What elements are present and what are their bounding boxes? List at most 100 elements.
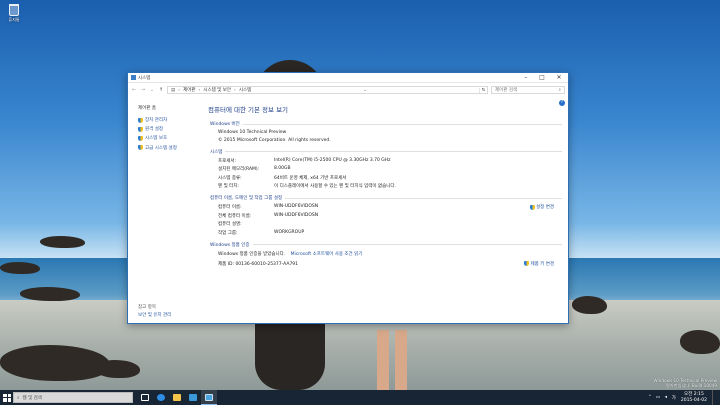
info-row: 컴퓨터 이름: WIN-UDDF6VIDOSN [218, 204, 319, 210]
system-icon [131, 75, 136, 80]
leg [395, 330, 407, 390]
recycle-bin-label: 휴지통 [8, 17, 20, 22]
taskbar: ⌕ 웹 및 검색 ⌃ ▭ ◂ 가 오전 2:15 2015-04-02 [0, 390, 720, 405]
internet-explorer-icon [157, 394, 165, 401]
task-view-icon [141, 394, 149, 401]
leg [377, 330, 389, 390]
window-titlebar[interactable]: 시스템 – □ ✕ [128, 73, 568, 83]
maximize-button[interactable]: □ [534, 73, 550, 83]
build-watermark: Windows 10 Technical Preview 평가판입니다. Bui… [653, 378, 717, 388]
see-also-heading: 참고 항목 [138, 305, 156, 310]
taskbar-search-input[interactable]: ⌕ 웹 및 검색 [13, 392, 133, 403]
sidebar-item-advanced-settings[interactable]: 고급 시스템 설정 [138, 145, 204, 151]
divider [225, 151, 562, 152]
system-window: 시스템 – □ ✕ ← → ⌄ ↑ ▤ › 제어판 › 시스템 및 보안 › 시… [127, 72, 569, 324]
main-panel: ? 컴퓨터에 대한 기본 정보 보기 Windows 버전 Windows 10… [204, 98, 568, 323]
shield-icon [138, 117, 143, 123]
license-terms-link[interactable]: Microsoft 소프트웨어 사용 조건 읽기 [291, 252, 363, 257]
activation-status: Windows 정품 인증을 받았습니다. Microsoft 소프트웨어 사용… [218, 251, 363, 257]
back-arrow-icon[interactable]: ← [131, 87, 137, 93]
network-icon[interactable]: ▭ [654, 395, 662, 400]
help-icon[interactable]: ? [559, 100, 565, 106]
task-view-button[interactable] [137, 390, 153, 405]
info-row: 설치된 메모리(RAM): 8.00GB [218, 166, 291, 172]
sidebar-home-link[interactable]: 제어판 홈 [138, 105, 204, 111]
store-icon [189, 394, 197, 401]
info-row: 시스템 종류: 64비트 운영 체제, x64 기반 프로세서 [218, 175, 347, 181]
page-title: 컴퓨터에 대한 기본 정보 보기 [208, 106, 289, 114]
edition-name: Windows 10 Technical Preview [218, 130, 287, 135]
breadcrumb-item[interactable]: 제어판 [183, 87, 195, 93]
info-row: 전체 컴퓨터 이름: WIN-UDDF6VIDOSN [218, 212, 319, 219]
taskbar-store[interactable] [185, 390, 201, 405]
background-rock [572, 296, 607, 314]
recent-chevron-icon[interactable]: ⌄ [149, 87, 155, 93]
divider [252, 244, 562, 245]
computer-name-section: 컴퓨터 이름, 도메인 및 작업 그룹 설정 설정 변경 컴퓨터 이름: WIN-… [210, 195, 562, 236]
system-section: 시스템 프로세서: Intel(R) Core(TM) i5-2500 CPU @… [210, 149, 562, 189]
breadcrumb-item[interactable]: 시스템 [239, 87, 251, 93]
copyright-text: © 2015 Microsoft Corporation. All rights… [218, 137, 331, 143]
start-button[interactable] [3, 393, 11, 402]
section-heading: 시스템 [210, 149, 223, 155]
taskbar-ie[interactable] [153, 390, 169, 405]
sidebar: 제어판 홈 장치 관리자 원격 설정 시스템 보호 고급 시스템 설정 참고 항… [128, 98, 204, 323]
shield-icon [138, 126, 143, 132]
security-maintenance-link[interactable]: 보안 및 유지 관리 [138, 312, 171, 318]
address-bar-row: ← → ⌄ ↑ ▤ › 제어판 › 시스템 및 보안 › 시스템 ⌄ ↻ 제어판… [128, 83, 568, 97]
address-bar[interactable]: ▤ › 제어판 › 시스템 및 보안 › 시스템 ⌄ ↻ [167, 86, 488, 94]
shield-icon [523, 261, 529, 266]
section-heading: Windows 정품 인증 [210, 242, 250, 248]
background-rock [95, 360, 140, 378]
show-desktop-button[interactable] [712, 390, 720, 405]
up-arrow-icon[interactable]: ↑ [158, 87, 164, 93]
chevron-up-icon[interactable]: ⌃ [646, 395, 654, 400]
change-settings-button[interactable]: 설정 변경 [529, 204, 554, 210]
system-tray: ⌃ ▭ ◂ 가 오전 2:15 2015-04-02 [646, 390, 720, 405]
background-rock [0, 345, 110, 381]
activation-section: Windows 정품 인증 Windows 정품 인증을 받았습니다. Micr… [210, 242, 562, 267]
window-content: 제어판 홈 장치 관리자 원격 설정 시스템 보호 고급 시스템 설정 참고 항… [128, 98, 568, 323]
sidebar-item-remote-settings[interactable]: 원격 설정 [138, 126, 204, 132]
search-input[interactable]: 제어판 검색 ⌕ [491, 86, 565, 94]
sidebar-item-system-protection[interactable]: 시스템 보호 [138, 135, 204, 141]
control-panel-icon [205, 393, 213, 401]
refresh-icon[interactable]: ↻ [479, 87, 487, 93]
search-icon: ⌕ [17, 395, 20, 401]
shield-icon [138, 135, 143, 141]
taskbar-file-explorer[interactable] [169, 390, 185, 405]
search-placeholder: 제어판 검색 [495, 88, 518, 93]
minimize-button[interactable]: – [518, 73, 534, 83]
section-heading: 컴퓨터 이름, 도메인 및 작업 그룹 설정 [210, 196, 283, 201]
background-rock [20, 287, 80, 301]
clock[interactable]: 오전 2:15 2015-04-02 [678, 392, 710, 403]
sidebar-item-device-manager[interactable]: 장치 관리자 [138, 117, 204, 123]
shield-icon [138, 145, 143, 151]
edition-section: Windows 버전 Windows 10 Technical Preview … [210, 121, 562, 143]
volume-icon[interactable]: ◂ [662, 395, 670, 400]
divider [242, 123, 562, 125]
see-also: 참고 항목 보안 및 유지 관리 [138, 304, 171, 318]
change-product-key-button[interactable]: 제품 키 변경 [523, 261, 554, 267]
recycle-bin-desktop-icon[interactable]: 휴지통 [5, 4, 23, 23]
search-icon: ⌕ [558, 88, 561, 93]
shield-icon [529, 204, 535, 210]
background-rock [0, 262, 40, 274]
product-id: 제품 ID: 00136-60010-25377-AA791 [218, 261, 299, 267]
breadcrumb-item[interactable]: 시스템 및 보안 [203, 87, 231, 93]
dropdown-chevron-icon[interactable]: ⌄ [363, 88, 367, 93]
recycle-bin-icon [9, 4, 19, 16]
divider [285, 197, 562, 199]
info-row: 펜 및 터치: 이 디스플레이에서 사용할 수 있는 펜 및 터치식 입력이 없습… [218, 184, 396, 189]
close-button[interactable]: ✕ [550, 73, 568, 83]
control-panel-icon: ▤ [171, 87, 176, 93]
info-row: 프로세서: Intel(R) Core(TM) i5-2500 CPU @ 3.3… [218, 157, 391, 164]
taskbar-control-panel[interactable] [201, 390, 217, 405]
ime-icon[interactable]: 가 [670, 395, 678, 401]
info-row: 컴퓨터 설명: [218, 222, 242, 227]
section-heading: Windows 버전 [210, 122, 240, 127]
background-rock [680, 330, 720, 354]
window-title: 시스템 [138, 75, 151, 81]
forward-arrow-icon[interactable]: → [140, 87, 146, 93]
folder-icon [173, 394, 181, 401]
